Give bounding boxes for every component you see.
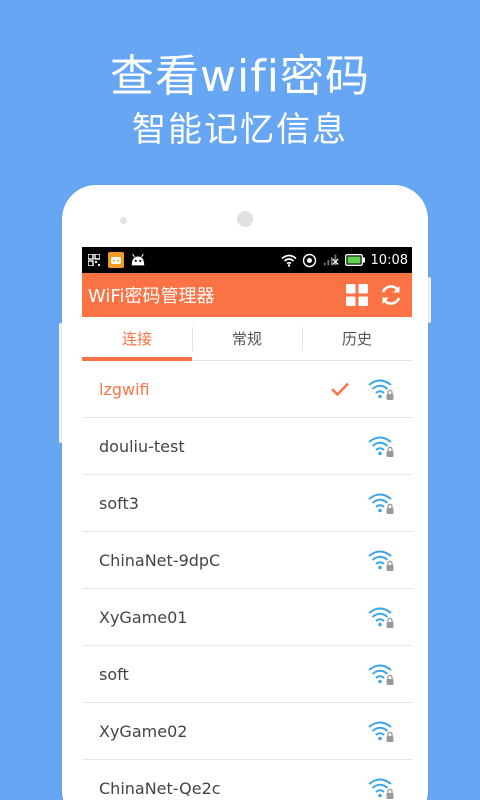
tab-general[interactable]: 常规 (192, 317, 302, 360)
network-ssid: lzgwifi (99, 379, 150, 399)
game-app-icon (108, 252, 124, 268)
app-title: WiFi密码管理器 (88, 286, 215, 307)
wifi-signal-icon (281, 252, 297, 268)
network-ssid: XyGame01 (99, 607, 188, 627)
tab-bar: 连接 常规 历史 (82, 317, 412, 361)
wifi-lock-icon (366, 718, 396, 744)
phone-camera (237, 211, 253, 227)
tab-history[interactable]: 历史 (302, 317, 412, 360)
phone-speaker (120, 217, 127, 224)
network-row[interactable]: lzgwifi (82, 361, 412, 418)
refresh-icon[interactable] (376, 280, 406, 310)
network-ssid: XyGame02 (99, 721, 188, 741)
network-ssid: soft3 (99, 493, 139, 513)
network-row[interactable]: XyGame01 (82, 589, 412, 646)
network-row[interactable]: soft3 (82, 475, 412, 532)
wifi-lock-icon (366, 775, 396, 800)
tab-connect[interactable]: 连接 (82, 317, 192, 361)
wifi-lock-icon (366, 376, 396, 402)
grid-icon[interactable] (342, 280, 372, 310)
phone-frame: 10:08 WiFi密码管理器 连接 常规 历史 lzgwifi douliu-… (62, 185, 428, 800)
promo-headline: 查看wifi密码 (110, 51, 370, 102)
network-ssid: ChinaNet-9dpC (99, 550, 221, 570)
wifi-lock-icon (366, 490, 396, 516)
network-row[interactable]: XyGame02 (82, 703, 412, 760)
app-bar: WiFi密码管理器 (82, 273, 412, 317)
cell-signal-icon (323, 252, 339, 268)
network-row[interactable]: douliu-test (82, 418, 412, 475)
qr-grid-icon (86, 252, 102, 268)
network-row[interactable]: ChinaNet-9dpC (82, 532, 412, 589)
android-icon (130, 252, 146, 268)
battery-icon (344, 252, 366, 268)
check-icon (328, 377, 352, 401)
network-list: lzgwifi douliu-test soft3 ChinaNet-9dpC … (82, 361, 412, 800)
network-ssid: douliu-test (99, 436, 185, 456)
phone-screen: 10:08 WiFi密码管理器 连接 常规 历史 lzgwifi douliu-… (82, 247, 412, 800)
network-row[interactable]: ChinaNet-Qe2c (82, 760, 412, 800)
wifi-lock-icon (366, 433, 396, 459)
status-bar: 10:08 (82, 247, 412, 273)
wifi-lock-icon (366, 547, 396, 573)
network-ssid: soft (99, 664, 129, 684)
network-ssid: ChinaNet-Qe2c (99, 778, 221, 798)
wifi-lock-icon (366, 661, 396, 687)
wifi-lock-icon (366, 604, 396, 630)
promo-subline: 智能记忆信息 (132, 110, 348, 150)
sync-icon (302, 252, 318, 268)
status-time: 10:08 (370, 252, 408, 268)
network-row[interactable]: soft (82, 646, 412, 703)
